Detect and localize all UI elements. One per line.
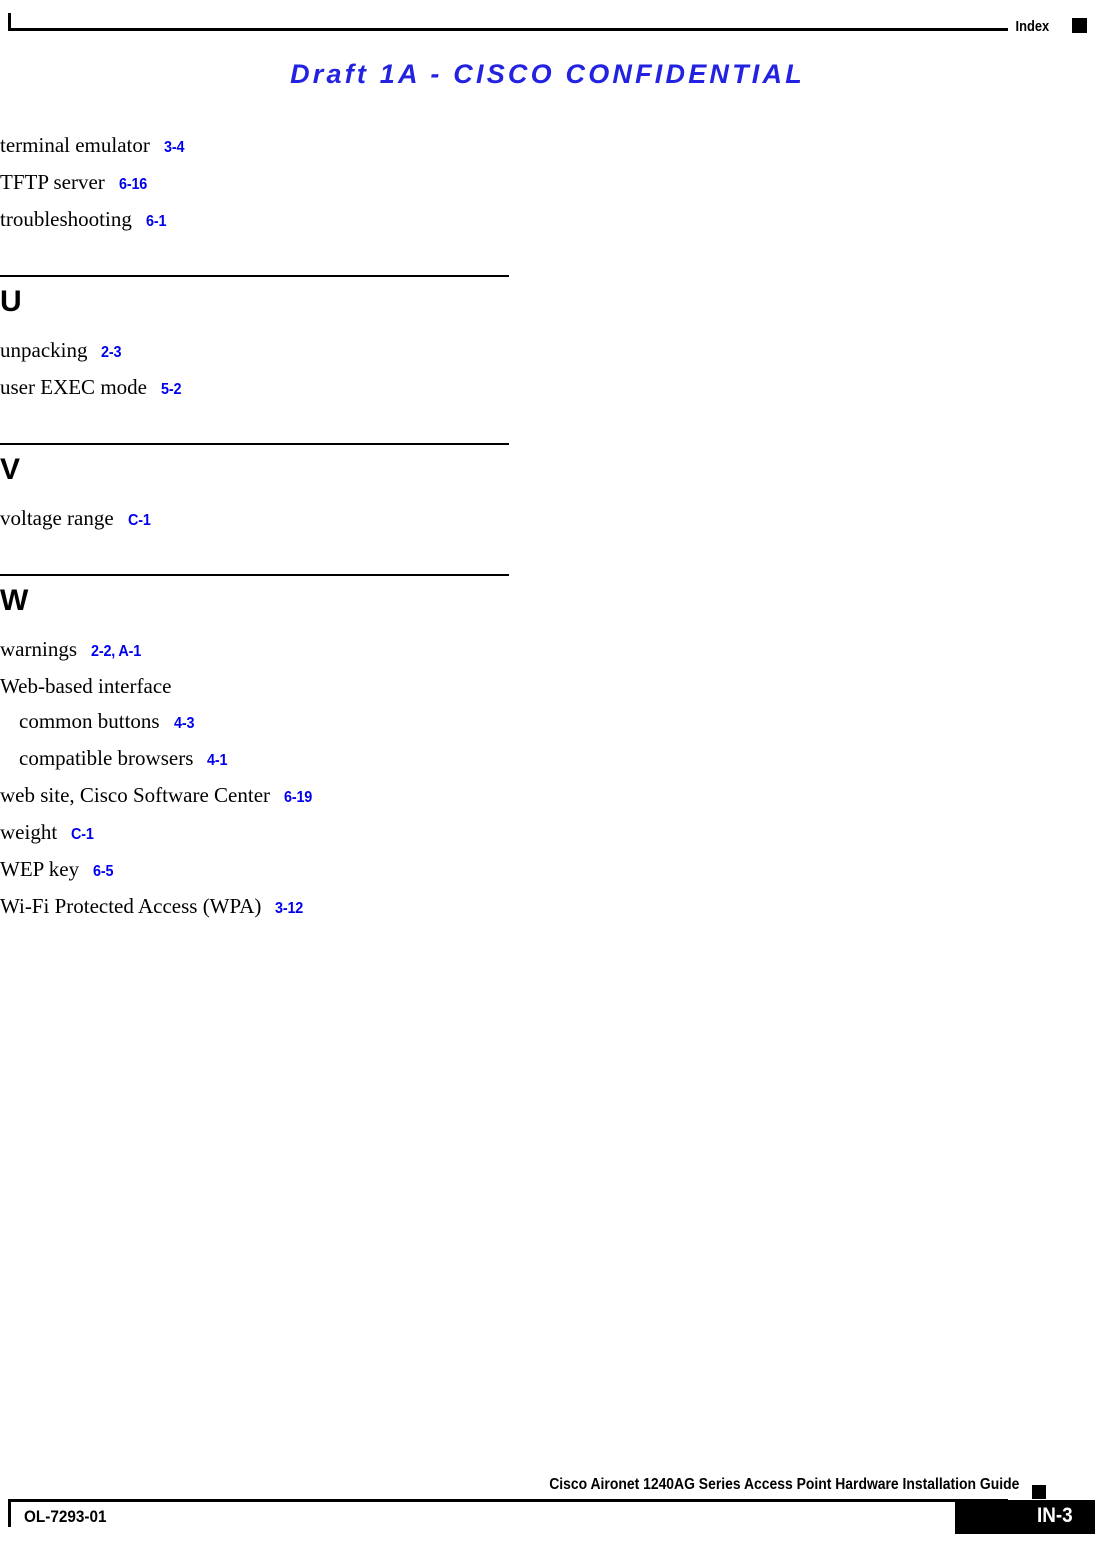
index-entry-group: unpacking 2-3 user EXEC mode 5-2 (0, 333, 510, 407)
index-section: Uunpacking 2-3 user EXEC mode 5-2 (0, 275, 510, 407)
index-entry-page-refs[interactable]: 3-12 (275, 891, 303, 926)
index-entry-term: Wi-Fi Protected Access (WPA) (0, 894, 262, 918)
footer-rule (8, 1499, 1008, 1502)
header-rule (8, 28, 1008, 31)
index-section-list: Uunpacking 2-3 user EXEC mode 5-2 Vvoltage r… (0, 239, 510, 926)
header-section-label: Index (1015, 18, 1049, 35)
index-entry: voltage range C-1 (0, 501, 510, 538)
page-header: Index (0, 0, 1095, 48)
index-entry-page-refs[interactable]: 3-4 (164, 130, 184, 165)
index-entry: WEP key 6-5 (0, 852, 510, 889)
section-letter-heading: W (0, 584, 29, 617)
index-entry: TFTP server 6-16 (0, 165, 510, 202)
index-entry-page-refs[interactable]: 2-3 (101, 335, 121, 370)
index-subentry: compatible browsers 4-1 (0, 741, 510, 778)
index-entry-page-refs[interactable]: 6-19 (284, 780, 312, 815)
footer-document-id: OL-7293-01 (24, 1507, 107, 1526)
index-entry-term: web site, Cisco Software Center (0, 783, 271, 807)
index-entry-group: voltage range C-1 (0, 501, 510, 538)
index-entry-term: compatible browsers (19, 746, 194, 770)
index-entry-term: warnings (0, 637, 77, 661)
index-entry: unpacking 2-3 (0, 333, 510, 370)
section-letter-heading: U (0, 285, 22, 318)
index-entry-page-refs[interactable]: 2-2, A-1 (91, 634, 141, 669)
index-entry-term: terminal emulator (0, 133, 150, 157)
index-entry-term: TFTP server (0, 170, 105, 194)
index-entry-term: voltage range (0, 506, 114, 530)
footer-guide-title: Cisco Aironet 1240AG Series Access Point… (548, 1476, 1019, 1493)
index-entry-page-refs[interactable]: 6-1 (146, 204, 166, 239)
index-entry: terminal emulator 3-4 (0, 128, 510, 165)
index-entry-term: troubleshooting (0, 207, 132, 231)
index-entry-group-continued: terminal emulator 3-4 TFTP server 6-16 troub… (0, 128, 510, 239)
index-page: Index Draft 1A - CISCO CONFIDENTIAL term… (0, 0, 1095, 1547)
index-entry: user EXEC mode 5-2 (0, 370, 510, 407)
index-entry: web site, Cisco Software Center 6-19 (0, 778, 510, 815)
index-entry-term: Web-based interface (0, 674, 172, 698)
index-subentry: common buttons 4-3 (0, 704, 510, 741)
index-entry-page-refs[interactable]: 6-5 (93, 854, 113, 889)
index-entry-page-refs[interactable]: C-1 (71, 817, 94, 852)
section-divider-rule (0, 275, 509, 277)
index-entry: Web-based interface (0, 669, 510, 704)
index-body: terminal emulator 3-4 TFTP server 6-16 troub… (0, 128, 1095, 926)
page-footer: Cisco Aironet 1240AG Series Access Point… (0, 1437, 1095, 1547)
header-marker-square-icon (1072, 18, 1087, 33)
footer-marker-square-icon (1032, 1485, 1046, 1499)
index-entry: troubleshooting 6-1 (0, 202, 510, 239)
index-entry-page-refs[interactable]: 5-2 (161, 372, 181, 407)
index-entry-term: weight (0, 820, 58, 844)
draft-confidential-banner: Draft 1A - CISCO CONFIDENTIAL (290, 59, 805, 89)
index-entry-group: warnings 2-2, A-1 Web-based interface commo… (0, 632, 510, 926)
index-section: Vvoltage range C-1 (0, 443, 510, 538)
section-divider-rule (0, 574, 509, 576)
footer-page-number-box (955, 1500, 1095, 1534)
footer-page-number: IN-3 (1037, 1504, 1073, 1527)
index-entry: warnings 2-2, A-1 (0, 632, 510, 669)
index-entry-term: unpacking (0, 338, 88, 362)
index-entry-term: user EXEC mode (0, 375, 147, 399)
section-letter-heading: V (0, 453, 21, 486)
footer-left-tick (8, 1501, 11, 1527)
index-entry: Wi-Fi Protected Access (WPA) 3-12 (0, 889, 510, 926)
index-entry-term: WEP key (0, 857, 80, 881)
section-divider-rule (0, 443, 509, 445)
index-entry-page-refs[interactable]: C-1 (128, 503, 151, 538)
index-entry-term: common buttons (19, 709, 160, 733)
index-entry-page-refs[interactable]: 6-16 (119, 167, 147, 202)
index-entry: weight C-1 (0, 815, 510, 852)
index-entry-page-refs[interactable]: 4-3 (174, 706, 194, 741)
index-section: Wwarnings 2-2, A-1 Web-based interface comm… (0, 574, 510, 926)
index-column: terminal emulator 3-4 TFTP server 6-16 troub… (0, 128, 510, 926)
index-entry-page-refs[interactable]: 4-1 (207, 743, 227, 778)
